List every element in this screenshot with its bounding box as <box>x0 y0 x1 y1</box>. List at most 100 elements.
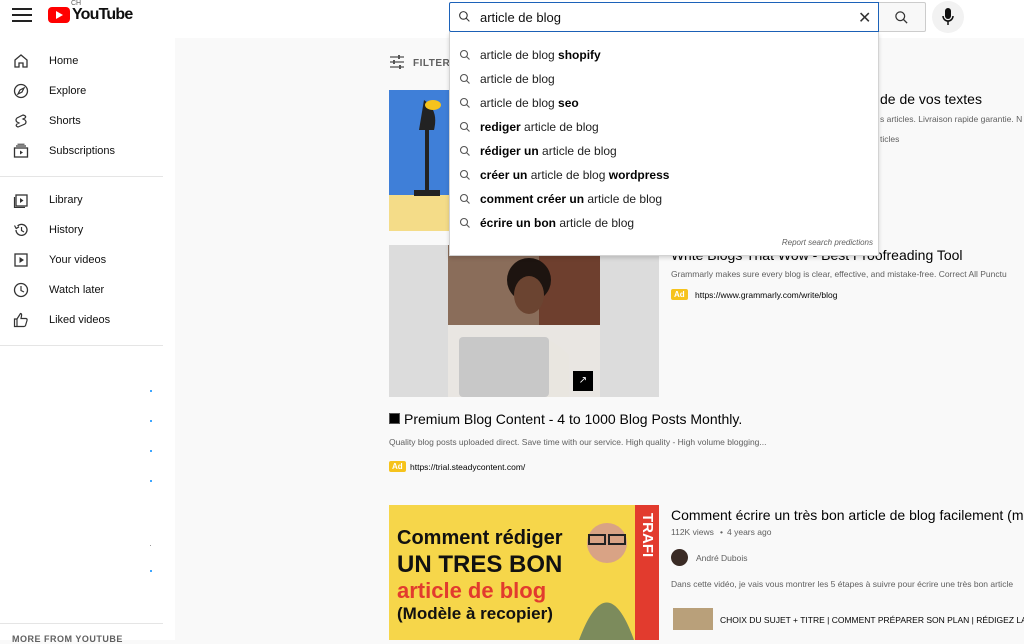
sidebar-divider <box>0 176 163 177</box>
sidebar-item-liked-videos[interactable]: Liked videos <box>0 305 165 335</box>
sidebar-item-your-videos[interactable]: Your videos <box>0 245 165 275</box>
suggestion-item[interactable]: article de blog shopify <box>450 43 880 67</box>
ad-thumbnail[interactable]: ↗ <box>389 245 659 397</box>
suggestion-text: rédiger un article de blog <box>480 144 617 158</box>
clock-icon <box>13 282 29 298</box>
suggestion-item[interactable]: article de blog seo <box>450 91 880 115</box>
home-icon <box>14 54 28 68</box>
chapter-thumbnail[interactable] <box>673 608 713 630</box>
suggestion-item[interactable]: rédiger un article de blog <box>450 139 880 163</box>
sidebar-item-label: Liked videos <box>49 314 111 326</box>
youtube-logo[interactable]: YouTube <box>48 6 133 24</box>
video-description: Dans cette vidéo, je vais vous montrer l… <box>671 579 1014 589</box>
presenter-photo <box>579 523 634 640</box>
ad-title[interactable]: Premium Blog Content - 4 to 1000 Blog Po… <box>404 411 742 427</box>
steadycontent-favicon <box>389 413 400 424</box>
sidebar-item-label: Your videos <box>49 254 107 266</box>
clear-search-icon[interactable]: ✕ <box>858 8 871 28</box>
sidebar-item-history[interactable]: History <box>0 215 165 245</box>
woman-laptop-photo <box>448 245 600 397</box>
search-icon <box>459 97 470 108</box>
sidebar-divider <box>0 623 163 624</box>
search-icon <box>459 169 470 180</box>
video-views: 112K views <box>671 527 714 537</box>
suggestion-item[interactable]: article de blog <box>450 67 880 91</box>
meta-separator: • <box>720 527 723 537</box>
sidebar-item-watch-later[interactable]: Watch later <box>0 275 165 305</box>
sidebar-item-label: History <box>49 224 84 236</box>
suggestion-item[interactable]: écrire un bon article de blog <box>450 211 880 235</box>
compass-icon <box>13 83 29 99</box>
library-icon <box>13 194 28 208</box>
sidebar-blue-dot <box>150 390 152 392</box>
ad-url[interactable]: https://www.grammarly.com/write/blog <box>695 290 838 300</box>
video-title[interactable]: Comment écrire un très bon article de bl… <box>671 507 1024 523</box>
thumbnail-side-text: TRAFI <box>639 513 656 558</box>
sidebar-item-shorts[interactable]: Shorts <box>0 106 165 136</box>
search-icon <box>459 49 470 60</box>
youtube-play-icon <box>48 7 70 23</box>
suggestion-text: article de blog <box>480 72 555 86</box>
sidebar-item-label: Home <box>49 55 79 67</box>
more-from-youtube-heading: MORE FROM YOUTUBE <box>12 634 123 644</box>
sidebar-gray-dot <box>150 545 151 546</box>
suggestion-text: article de blog shopify <box>480 48 601 62</box>
sidebar-blue-dot <box>150 480 152 482</box>
sidebar-blue-dot <box>150 420 152 422</box>
external-link-icon[interactable]: ↗ <box>573 371 593 391</box>
suggestion-item[interactable]: comment créer un article de blog <box>450 187 880 211</box>
thumbnail-text: Comment rédiger <box>397 527 563 549</box>
ad-thumbnail[interactable] <box>389 90 449 231</box>
suggestion-item[interactable]: créer un article de blog wordpress <box>450 163 880 187</box>
sidebar-item-subscriptions[interactable]: Subscriptions <box>0 136 165 166</box>
sidebar-blue-dot <box>150 450 152 452</box>
ad-url[interactable]: https://trial.steadycontent.com/ <box>410 462 525 472</box>
filters-icon[interactable] <box>389 55 405 69</box>
search-suggestions-dropdown: article de blog shopify article de blog … <box>449 32 879 256</box>
ad-badge: Ad <box>671 289 688 300</box>
ad-title[interactable]: de de vos textes <box>880 91 982 107</box>
ad-badge: Ad <box>389 461 406 472</box>
avatar[interactable] <box>671 549 688 566</box>
microphone-icon <box>942 8 954 25</box>
search-icon <box>459 11 470 22</box>
search-text[interactable]: article de blog <box>480 10 561 25</box>
search-icon <box>895 11 908 24</box>
lamp-illustration <box>389 100 449 231</box>
search-icon <box>459 121 470 132</box>
search-input[interactable]: article de blog ✕ <box>449 2 879 32</box>
sidebar-item-home[interactable]: Home <box>0 46 165 76</box>
search-icon <box>459 193 470 204</box>
voice-search-button[interactable] <box>932 1 964 33</box>
suggestion-text: créer un article de blog wordpress <box>480 168 670 182</box>
sidebar-item-library[interactable]: Library <box>0 185 165 215</box>
channel-name[interactable]: André Dubois <box>696 553 748 563</box>
thumbnail-text: (Modèle à recopier) <box>397 604 553 623</box>
chapter-list[interactable]: CHOIX DU SUJET + TITRE | COMMENT PRÉPARE… <box>720 615 1024 625</box>
sidebar-item-label: Explore <box>49 85 87 97</box>
sidebar-divider <box>0 345 163 346</box>
sidebar-item-label: Library <box>49 194 83 206</box>
ad-description: Grammarly makes sure every blog is clear… <box>671 269 1007 279</box>
sidebar-item-label: Subscriptions <box>49 145 116 157</box>
sidebar-item-label: Shorts <box>49 115 81 127</box>
suggestion-item[interactable]: rediger article de blog <box>450 115 880 139</box>
ad-description: Quality blog posts uploaded direct. Save… <box>389 437 767 447</box>
sidebar-item-explore[interactable]: Explore <box>0 76 165 106</box>
thumbs-up-icon <box>13 312 28 328</box>
thumbnail-text: article de blog <box>397 578 547 603</box>
search-icon <box>459 73 470 84</box>
history-icon <box>13 223 28 236</box>
suggestion-text: comment créer un article de blog <box>480 192 663 206</box>
country-code: CH <box>71 0 82 7</box>
video-thumbnail[interactable]: Comment rédiger UN TRES BON article de b… <box>389 505 659 640</box>
report-predictions-link[interactable]: Report search predictions <box>782 238 873 247</box>
thumbnail-text: UN TRES BON <box>397 551 563 578</box>
thumbnail-side-banner: TRAFI <box>635 505 659 640</box>
menu-icon[interactable] <box>12 8 32 24</box>
search-icon <box>459 145 470 156</box>
search-button[interactable] <box>879 2 926 32</box>
subscriptions-icon <box>13 143 29 158</box>
your-videos-icon <box>14 253 28 267</box>
video-age: 4 years ago <box>727 527 772 537</box>
